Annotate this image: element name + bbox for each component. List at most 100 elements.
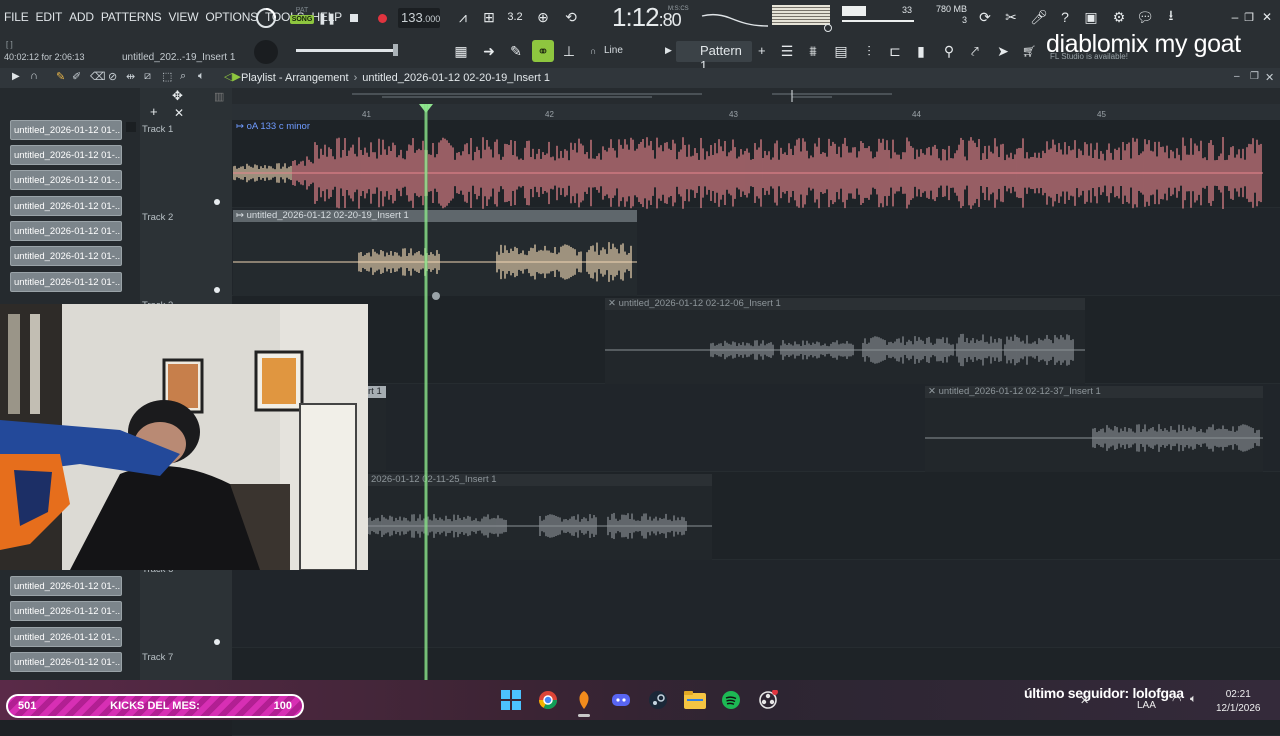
record-button[interactable] <box>371 7 393 29</box>
volume-icon[interactable]: 🔈︎ <box>1190 693 1197 706</box>
scissors-icon[interactable]: ✂ <box>1000 6 1022 28</box>
track-1-audio-clip[interactable]: ↦ oA 133 c minor <box>233 121 1263 209</box>
pat-song-toggle[interactable]: PAT SONG <box>290 6 314 30</box>
wait-input-icon[interactable]: ⊞ <box>478 6 500 28</box>
close-icon[interactable]: ✕ <box>1256 6 1278 28</box>
song-position[interactable]: 1:12:80 M:S:CS <box>612 2 689 33</box>
clip-source-9[interactable]: untitled_2026-01-12 01-... <box>10 601 122 621</box>
chrome-icon[interactable] <box>536 688 560 712</box>
master-pitch-icon[interactable] <box>824 24 832 32</box>
clip-source-8[interactable]: untitled_2026-01-12 01-... <box>10 576 122 596</box>
track-6-lane[interactable] <box>232 560 1280 648</box>
speaker-icon[interactable]: 🔈︎ <box>198 70 205 83</box>
track-5-audio-clip[interactable]: 2026-01-12 02-11-25_Insert 1 <box>368 474 712 560</box>
pause-button[interactable]: ❚❚ <box>316 7 338 29</box>
master-volume-slider[interactable] <box>296 49 396 52</box>
playlist-maximize-icon[interactable]: ❐ <box>1250 71 1259 82</box>
browser-icon[interactable]: ⊏ <box>884 40 906 62</box>
metronome-icon[interactable]: ⩘ <box>452 6 474 28</box>
piano-icon[interactable]: ▦ <box>450 40 472 62</box>
wifi-icon[interactable]: ◠ <box>1172 694 1182 707</box>
track-3-audio-clip[interactable]: ✕ untitled_2026-01-12 02-12-06_Insert 1 <box>605 298 1085 384</box>
playlist-menu-arrow-icon[interactable]: ▶ <box>12 71 20 82</box>
fl-studio-icon[interactable] <box>572 688 596 712</box>
grid-icon[interactable]: ▥ <box>214 90 224 103</box>
cart-icon[interactable]: 🛒︎ <box>1018 40 1040 62</box>
delete-tool-icon[interactable]: ⌫ <box>90 70 106 83</box>
menu-edit[interactable]: EDIT <box>36 10 63 24</box>
timeline-ruler[interactable] <box>232 104 1280 120</box>
refresh-icon[interactable]: ⟳ <box>974 6 996 28</box>
slice-tool-icon[interactable]: ⧄ <box>144 70 151 83</box>
microphone-icon[interactable]: 🎤︎ <box>1028 6 1050 28</box>
draw-tool-icon[interactable]: ✎ <box>56 70 65 83</box>
playlist-minimize-icon[interactable]: – <box>1234 71 1240 82</box>
magnet-snap-icon[interactable]: ∩ <box>30 70 38 82</box>
track-1-mute[interactable] <box>214 199 220 205</box>
clip-source-7[interactable]: untitled_2026-01-12 01-... <box>10 272 122 292</box>
system-clock[interactable]: 02:21 12/1/2026 <box>1216 688 1261 716</box>
channel-rack-icon[interactable]: ▤ <box>830 40 852 62</box>
play-pattern-icon[interactable]: ▶ <box>665 45 672 56</box>
paint-tool-icon[interactable]: ✐ <box>72 70 81 83</box>
file-explorer-icon[interactable] <box>683 688 707 712</box>
playlist-icon[interactable]: ☰ <box>776 40 798 62</box>
windows-start-icon[interactable] <box>499 688 523 712</box>
track-2-audio-clip[interactable]: ↦ untitled_2026-01-12 02-20-19_Insert 1 <box>233 210 637 296</box>
track-7-name[interactable]: Track 7 <box>142 652 173 663</box>
menu-options[interactable]: OPTIONS <box>205 10 258 24</box>
clip-source-5[interactable]: untitled_2026-01-12 01-... <box>10 221 122 241</box>
playlist-overview[interactable] <box>232 88 1280 104</box>
gear-icon[interactable]: ⚙ <box>1108 6 1130 28</box>
hand-icon[interactable]: ➤ <box>992 40 1014 62</box>
download-icon[interactable]: ⭳ <box>1160 6 1182 28</box>
clip-source-2[interactable]: untitled_2026-01-12 01-... <box>10 145 122 165</box>
track-4-audio-clip-a[interactable]: rt 1 <box>368 386 386 472</box>
tempo-display[interactable]: 133.000 <box>398 8 440 28</box>
close-track-icon[interactable]: ✕ <box>174 106 184 120</box>
step-edit-icon[interactable]: ⊕ <box>532 6 554 28</box>
menu-file[interactable]: FILE <box>4 10 29 24</box>
obs-icon[interactable] <box>756 688 780 712</box>
zoom-tool-icon[interactable]: ⌕ <box>180 70 186 83</box>
language-indicator[interactable]: LAA <box>1137 700 1156 711</box>
add-track-icon[interactable]: + <box>150 104 158 119</box>
playlist-close-icon[interactable]: ✕ <box>1265 71 1274 84</box>
track-6-mute[interactable] <box>214 639 220 645</box>
add-pattern-icon[interactable]: + <box>758 43 766 58</box>
arrow-right-icon[interactable]: ➜ <box>478 40 500 62</box>
menu-view[interactable]: VIEW <box>168 10 198 24</box>
clip-source-1[interactable]: untitled_2026-01-12 01-... <box>10 120 122 140</box>
scroll-handle[interactable] <box>432 292 440 300</box>
system-tray-chevron-icon[interactable]: ✕ <box>1080 694 1089 707</box>
track-4-audio-clip-b[interactable]: ✕ untitled_2026-01-12 02-12-37_Insert 1 <box>925 386 1263 472</box>
clip-source-6[interactable]: untitled_2026-01-12 01-... <box>10 246 122 266</box>
plugin-icon[interactable]: ⚲ <box>938 40 960 62</box>
track-2-mute[interactable] <box>214 287 220 293</box>
master-volume-knob[interactable] <box>254 6 278 30</box>
panel-scrollbar[interactable] <box>126 122 136 132</box>
tempo-tap-icon[interactable]: ⤤ <box>964 40 986 62</box>
piano-roll-icon[interactable]: ⩩ <box>802 40 824 62</box>
spotify-icon[interactable] <box>719 688 743 712</box>
stop-button[interactable] <box>343 7 365 29</box>
pattern-selector[interactable]: Pattern 1 <box>676 41 752 73</box>
menu-patterns[interactable]: PATTERNS <box>101 10 162 24</box>
magnet-icon[interactable]: ∩ <box>590 46 596 56</box>
track-2-name[interactable]: Track 2 <box>142 212 173 223</box>
clip-source-11[interactable]: untitled_2026-01-12 01-... <box>10 652 122 672</box>
help-icon[interactable]: ? <box>1054 6 1076 28</box>
playback-icon[interactable]: ◁▶ <box>224 70 241 83</box>
slider-handle[interactable] <box>393 44 398 56</box>
discord-icon[interactable] <box>609 688 633 712</box>
save-icon[interactable]: ▣ <box>1080 6 1102 28</box>
link-icon[interactable]: ⚭ <box>532 40 554 62</box>
track-1-name[interactable]: Track 1 <box>142 124 173 135</box>
mute-tool-icon[interactable]: ⊘ <box>108 70 117 83</box>
snap-selector[interactable]: Line <box>604 45 623 56</box>
steam-icon[interactable] <box>646 688 670 712</box>
slip-tool-icon[interactable]: ⇹ <box>126 70 135 83</box>
playhead[interactable] <box>424 104 428 680</box>
mixer-icon[interactable]: ⫶ <box>858 40 880 62</box>
pencil-icon[interactable]: ✎ <box>505 40 527 62</box>
